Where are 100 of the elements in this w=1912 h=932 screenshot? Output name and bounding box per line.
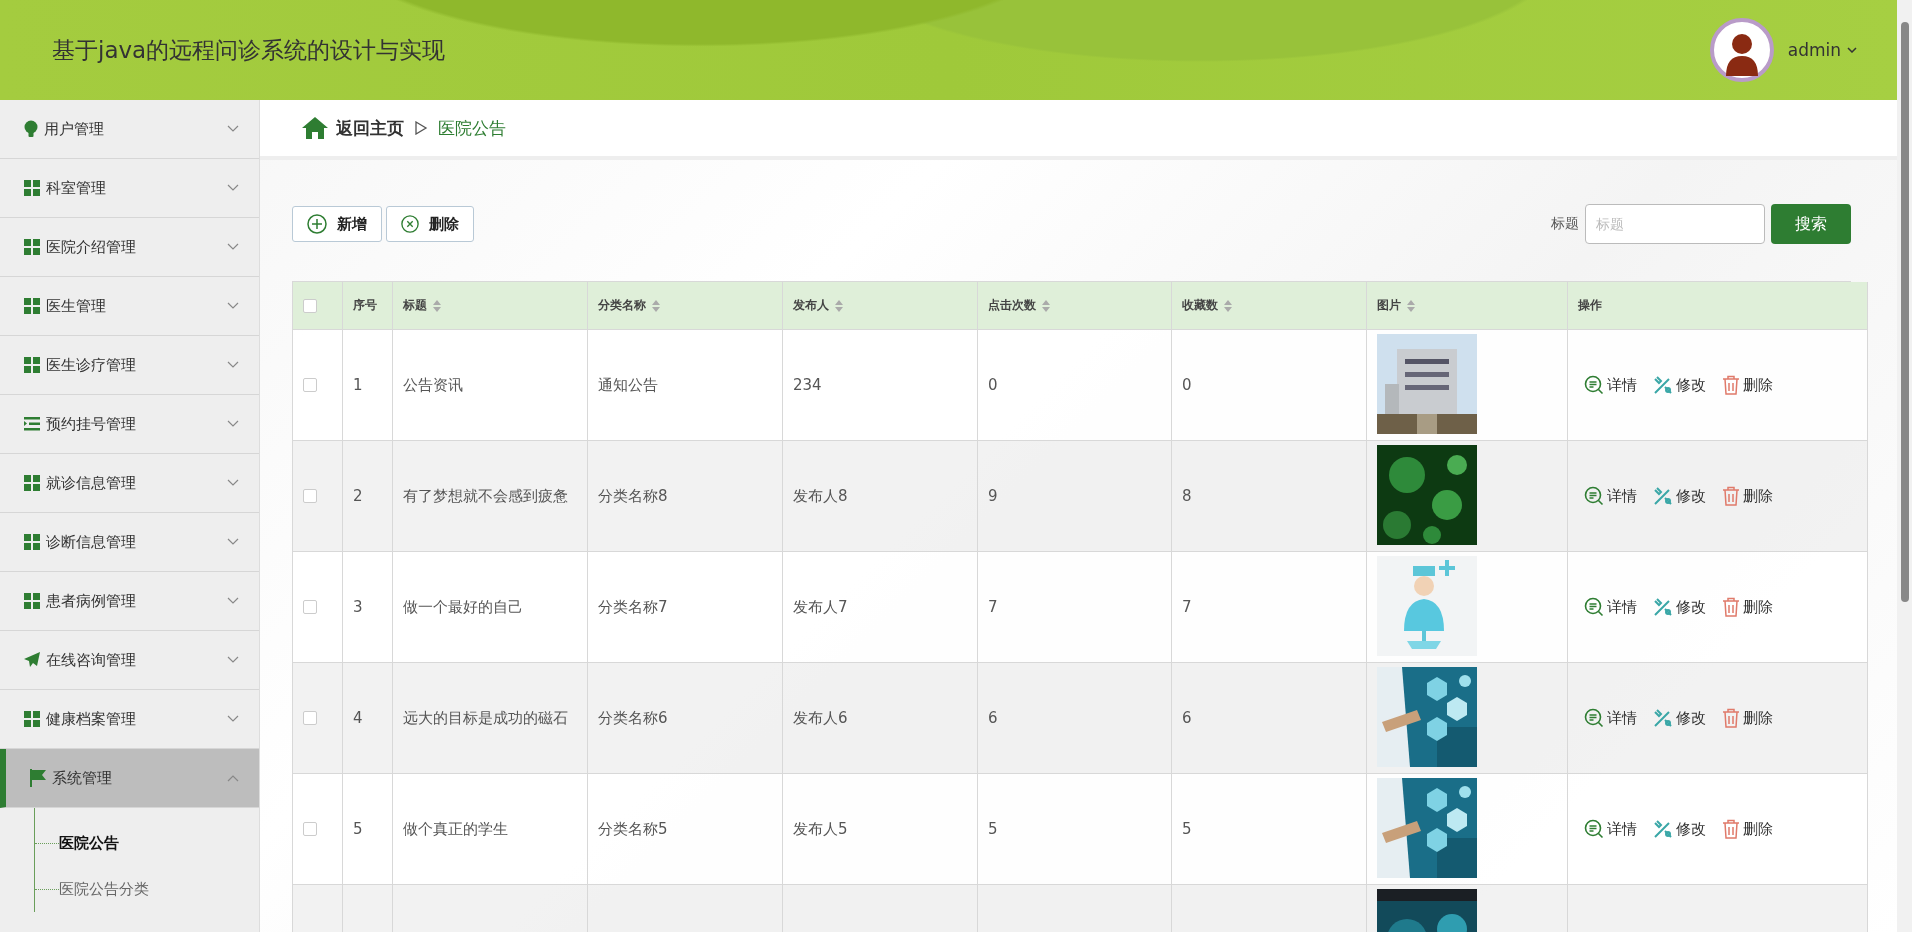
detail-link[interactable]: 详情	[1584, 597, 1637, 617]
search-field[interactable]: 标题	[1585, 204, 1765, 244]
sort-icon	[652, 299, 660, 312]
table-cell: 公告资讯	[393, 330, 588, 441]
user-menu[interactable]: admin	[1787, 40, 1857, 60]
trash-icon	[1722, 819, 1740, 839]
column-header-label: 收藏数	[1182, 297, 1218, 314]
close-circle-icon	[401, 215, 419, 233]
search-icon	[1584, 375, 1604, 395]
avatar[interactable]	[1709, 18, 1774, 82]
home-icon	[302, 117, 328, 139]
table-cell: 0	[978, 330, 1172, 441]
list-icon	[24, 417, 40, 431]
table-cell: 远大的目标是成功的磁石	[393, 663, 588, 774]
column-header[interactable]: 标题	[393, 282, 588, 330]
checkbox[interactable]	[303, 822, 317, 836]
sidebar-item-label: 用户管理	[44, 119, 105, 139]
delete-link[interactable]: 删除	[1722, 486, 1773, 506]
table-cell: 234	[783, 330, 978, 441]
column-header-label: 点击次数	[988, 297, 1036, 314]
delete-link[interactable]: 删除	[1722, 819, 1773, 839]
sidebar-item-label: 诊断信息管理	[46, 532, 137, 552]
column-header-label: 图片	[1377, 297, 1401, 314]
submenu-item[interactable]: 医院公告	[35, 820, 259, 866]
grid-icon	[24, 711, 40, 727]
sidebar-item-label: 医生诊疗管理	[46, 355, 137, 375]
detail-link[interactable]: 详情	[1584, 486, 1637, 506]
column-header[interactable]: 分类名称	[588, 282, 783, 330]
grid-icon	[24, 475, 40, 491]
detail-link[interactable]: 详情	[1584, 708, 1637, 728]
table-cell: 有了梦想就不会感到疲惫	[393, 441, 588, 552]
table-cell: 9	[978, 441, 1172, 552]
detail-link[interactable]: 详情	[1584, 819, 1637, 839]
table-cell: 3	[343, 552, 393, 663]
chevron-down-icon	[227, 243, 239, 251]
column-header-label: 分类名称	[598, 297, 646, 314]
plus-circle-icon	[307, 214, 327, 234]
chevron-down-icon	[227, 597, 239, 605]
scrollbar[interactable]	[1897, 0, 1912, 932]
delete-button[interactable]: 删除	[386, 206, 474, 242]
chevron-down-icon	[227, 125, 239, 133]
table-cell: 分类名称5	[588, 774, 783, 885]
column-header[interactable]: 收藏数	[1172, 282, 1367, 330]
grid-icon	[24, 534, 40, 550]
column-header[interactable]: 点击次数	[978, 282, 1172, 330]
delete-link[interactable]: 删除	[1722, 708, 1773, 728]
column-header-label: 标题	[403, 297, 427, 314]
add-button[interactable]: 新增	[292, 206, 382, 242]
sort-icon	[1407, 299, 1415, 312]
sidebar-item-label: 在线咨询管理	[46, 650, 137, 670]
delete-link[interactable]: 删除	[1722, 375, 1773, 395]
detail-link[interactable]: 详情	[1584, 375, 1637, 395]
delete-link[interactable]: 删除	[1722, 597, 1773, 617]
edit-link[interactable]: 修改	[1653, 819, 1706, 839]
search-icon	[1584, 708, 1604, 728]
table-cell: 做个真正的学生	[393, 774, 588, 885]
grid-icon	[24, 357, 40, 373]
checkbox[interactable]	[303, 298, 317, 313]
edit-link[interactable]: 修改	[1653, 708, 1706, 728]
column-header-label: 序号	[353, 297, 377, 314]
flag-icon	[30, 769, 46, 787]
grid-icon	[24, 298, 40, 314]
column-header[interactable]: 图片	[1367, 282, 1568, 330]
edit-link[interactable]: 修改	[1653, 597, 1706, 617]
column-header-label: 操作	[1578, 297, 1602, 314]
sidebar-item[interactable]: 系统管理	[0, 749, 259, 808]
grid-icon	[24, 593, 40, 609]
table-cell: 分类名称7	[588, 552, 783, 663]
tools-icon	[1653, 486, 1673, 506]
trash-icon	[1722, 486, 1740, 506]
breadcrumb-current: 医院公告	[438, 116, 506, 140]
search-label: 标题	[1551, 215, 1579, 233]
checkbox[interactable]	[303, 378, 317, 392]
tools-icon	[1653, 597, 1673, 617]
chevron-up-icon	[227, 774, 239, 782]
sidebar-item-label: 患者病例管理	[46, 591, 137, 611]
table-cell: 2	[343, 441, 393, 552]
sort-icon	[433, 299, 441, 312]
caret-icon	[1847, 47, 1857, 53]
checkbox[interactable]	[303, 600, 317, 614]
lightbulb-icon	[24, 120, 38, 138]
sidebar-item-label: 科室管理	[46, 178, 107, 198]
column-header[interactable]: 发布人	[783, 282, 978, 330]
checkbox[interactable]	[303, 711, 317, 725]
table-cell: 0	[1172, 330, 1367, 441]
chevron-down-icon	[227, 302, 239, 310]
chevron-down-icon	[227, 184, 239, 192]
search-button[interactable]: 搜索	[1771, 204, 1851, 244]
edit-link[interactable]: 修改	[1653, 375, 1706, 395]
trash-icon	[1722, 375, 1740, 395]
edit-link[interactable]: 修改	[1653, 486, 1706, 506]
search-icon	[1584, 486, 1604, 506]
checkbox[interactable]	[303, 489, 317, 503]
home-link[interactable]: 返回主页	[302, 116, 404, 140]
chevron-down-icon	[227, 361, 239, 369]
submenu-item[interactable]: 医院公告分类	[35, 866, 259, 912]
table-cell: 8	[1172, 441, 1367, 552]
search-icon	[1584, 819, 1604, 839]
paper-plane-icon	[24, 652, 40, 668]
sidebar-item-label: 系统管理	[52, 768, 113, 788]
